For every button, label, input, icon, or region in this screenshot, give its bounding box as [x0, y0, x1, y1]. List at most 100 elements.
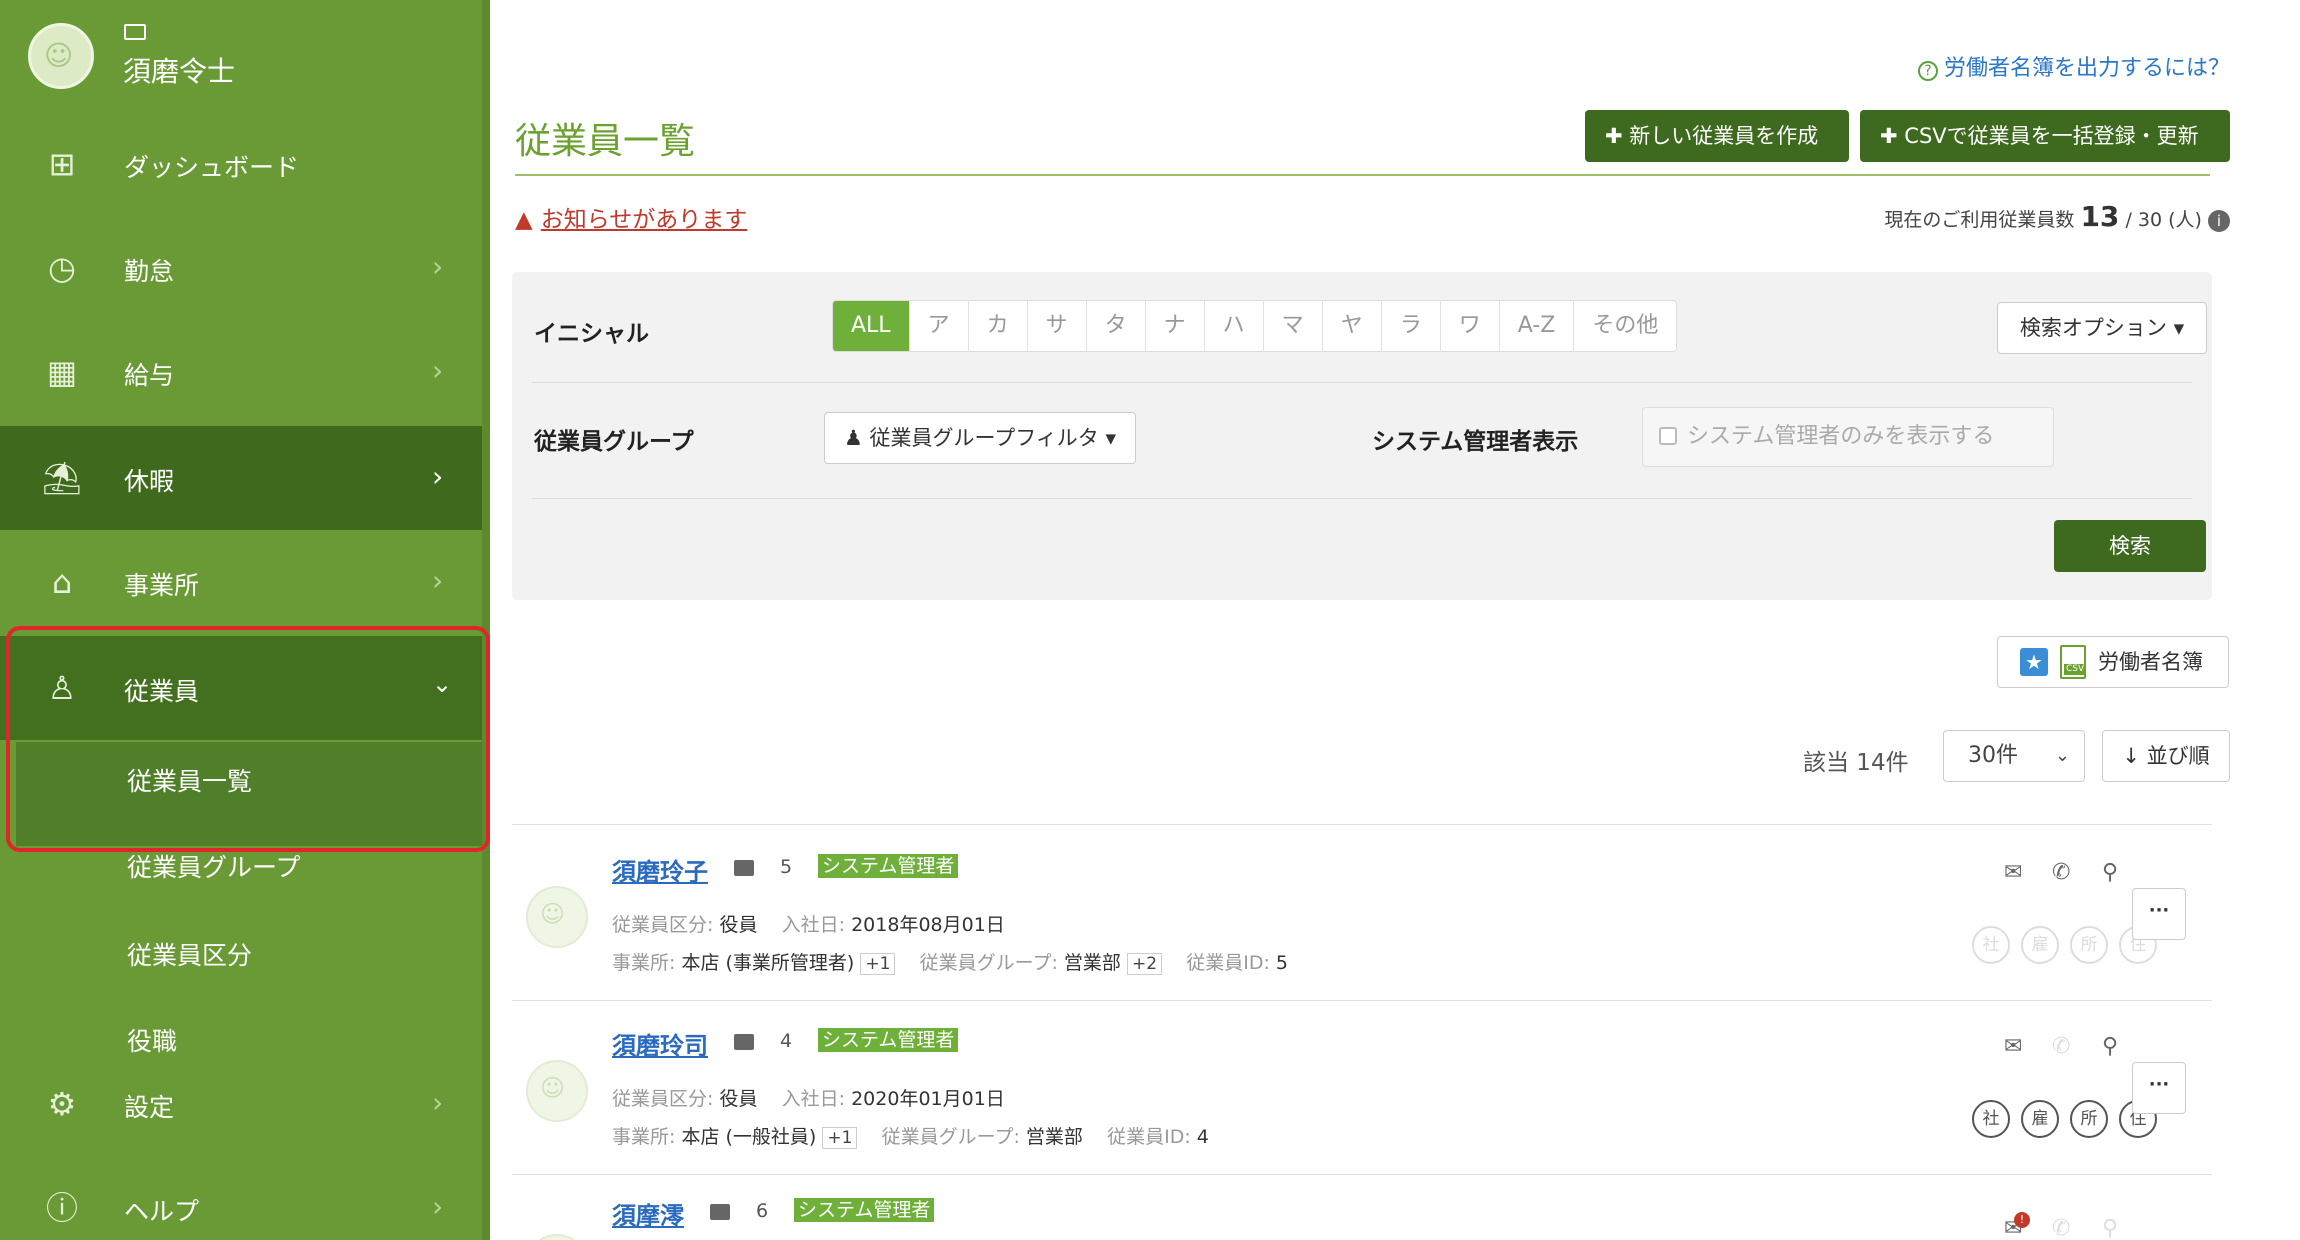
chevron-down-icon: ⌄	[2054, 745, 2070, 766]
plus-icon: ✚	[1880, 124, 1905, 148]
per-page-select[interactable]: 30件 ⌄	[1943, 730, 2085, 782]
search-button[interactable]: 検索	[2054, 520, 2206, 572]
more-actions-button[interactable]: ···	[2132, 1062, 2186, 1114]
usage-total: / 30 (人)	[2125, 209, 2202, 231]
initial-na[interactable]: ナ	[1146, 301, 1205, 351]
group-filter-dropdown[interactable]: ♟ 従業員グループフィルタ ▾	[824, 412, 1136, 464]
home-icon: ⌂	[51, 563, 73, 601]
employee-number: 6	[756, 1200, 769, 1222]
chevron-right-icon: ›	[432, 564, 444, 597]
initial-ra[interactable]: ラ	[1382, 301, 1441, 351]
income-tax-tag: 所	[2070, 1100, 2108, 1138]
person-icon: ♟	[843, 426, 863, 450]
initial-ma[interactable]: マ	[1264, 301, 1323, 351]
social-insurance-tag: 社	[1972, 1100, 2010, 1138]
employee-name-link[interactable]: 須摩澪	[612, 1196, 684, 1231]
mail-icon[interactable]: ✉	[2004, 1034, 2022, 1059]
chevron-right-icon: ›	[432, 1086, 444, 1119]
help-link[interactable]: ? 労働者名簿を出力するには？	[1917, 50, 2230, 82]
more-offices-badge[interactable]: +1	[822, 1127, 858, 1149]
more-actions-button[interactable]: ···	[2132, 888, 2186, 940]
meta-label: 従業員グループ:	[919, 952, 1058, 974]
phone-icon: ✆	[2052, 1216, 2071, 1240]
employee-meta-line1: 従業員区分: 役員 入社日: 2018年08月01日	[612, 910, 1005, 937]
admin-only-checkbox[interactable]: システム管理者のみを表示する	[1642, 407, 2054, 467]
initial-ka[interactable]: カ	[969, 301, 1028, 351]
sort-button[interactable]: ↓ 並び順	[2102, 730, 2230, 782]
sidebar: ☺ 須磨令士 ⊞ ダッシュボード ◷ 勤怠 › ▦ 給与 › ⛱ 休暇 › ⌂ …	[0, 0, 490, 1240]
nav-label: ヘルプ	[124, 1197, 200, 1226]
location-pin-icon[interactable]: ⚲	[2102, 860, 2118, 885]
employee-meta-line1: 従業員区分: 役員 入社日: 2020年01月01日	[612, 1084, 1005, 1111]
search-options-button[interactable]: 検索オプション ▾	[1997, 302, 2207, 354]
usage-count: 現在のご利用従業員数 13 / 30 (人) i	[1884, 200, 2230, 233]
nav-dashboard[interactable]: ⊞ ダッシュボード	[0, 112, 482, 216]
notice-link[interactable]: ▲ お知らせがあります	[515, 200, 747, 234]
submenu-employee-groups[interactable]: 従業員グループ	[127, 848, 301, 884]
employee-name-link[interactable]: 須磨玲子	[612, 852, 708, 887]
worker-roster-button[interactable]: ★ CSV 労働者名簿	[1997, 636, 2229, 688]
highlight-box	[6, 626, 490, 852]
usage-current: 13	[2080, 200, 2120, 233]
initial-a[interactable]: ア	[910, 301, 969, 351]
location-pin-icon[interactable]: ⚲	[2102, 1034, 2118, 1059]
nav-label: 事業所	[124, 571, 200, 600]
income-tax-tag: 所	[2070, 926, 2108, 964]
info-icon[interactable]: i	[2208, 210, 2230, 232]
main-content: ? 労働者名簿を出力するには？ 従業員一覧 ✚ 新しい従業員を作成 ✚ CSVで従…	[490, 0, 2300, 1240]
smile-icon: ☺	[540, 900, 566, 928]
new-employee-label: 新しい従業員を作成	[1629, 124, 1819, 148]
more-groups-badge[interactable]: +2	[1126, 953, 1163, 975]
dashboard-icon: ⊞	[48, 145, 76, 183]
smile-icon: ☺	[44, 39, 74, 72]
nav-attendance[interactable]: ◷ 勤怠 ›	[0, 216, 482, 320]
initial-sa[interactable]: サ	[1028, 301, 1087, 351]
user-profile[interactable]: ☺ 須磨令士	[28, 18, 468, 118]
meta-value: 営業部	[1063, 952, 1121, 974]
csv-import-button[interactable]: ✚ CSVで従業員を一括登録・更新	[1860, 110, 2230, 162]
initial-ya[interactable]: ヤ	[1323, 301, 1382, 351]
nav-leave[interactable]: ⛱ 休暇 ›	[0, 426, 482, 530]
checkbox-box[interactable]	[1659, 427, 1677, 445]
smile-icon: ☺	[540, 1074, 566, 1102]
chevron-right-icon: ›	[432, 460, 444, 493]
submenu-employee-types[interactable]: 従業員区分	[127, 936, 252, 972]
employee-avatar: ☺	[526, 1234, 588, 1240]
nav-office[interactable]: ⌂ 事業所 ›	[0, 530, 482, 634]
filter-panel: イニシャル ALL ア カ サ タ ナ ハ マ ヤ ラ ワ A-Z その他 検索…	[512, 272, 2212, 600]
more-offices-badge[interactable]: +1	[860, 953, 896, 975]
meta-value: 2020年01月01日	[851, 1088, 1005, 1110]
initial-wa[interactable]: ワ	[1441, 301, 1500, 351]
star-icon: ★	[2020, 648, 2048, 676]
mail-icon[interactable]: ✉	[2004, 860, 2022, 885]
meta-value: 役員	[719, 1088, 758, 1110]
nav-settings[interactable]: ⚙ 設定 ›	[0, 1052, 482, 1156]
meta-label: 入社日:	[781, 1088, 846, 1110]
help-link-text: 労働者名簿を出力するには？	[1943, 56, 2230, 81]
meta-value: 役員	[719, 914, 758, 936]
plus-icon: ✚	[1605, 124, 1630, 148]
new-employee-button[interactable]: ✚ 新しい従業員を作成	[1585, 110, 1849, 162]
phone-icon[interactable]: ✆	[2052, 860, 2070, 885]
meta-label: 事業所:	[612, 1126, 676, 1148]
meta-value: 本店 (一般社員)	[681, 1126, 817, 1148]
initial-ha[interactable]: ハ	[1205, 301, 1264, 351]
nav-payroll[interactable]: ▦ 給与 ›	[0, 320, 482, 424]
id-card-icon	[124, 24, 146, 40]
id-card-icon	[734, 860, 754, 876]
employee-number: 4	[780, 1030, 793, 1052]
employee-row: ☺ 須磨玲子 5 システム管理者 従業員区分: 役員 入社日: 2018年08月…	[512, 826, 2212, 1000]
group-label: 従業員グループ	[534, 429, 694, 455]
initial-az[interactable]: A-Z	[1500, 301, 1575, 351]
meta-value: 営業部	[1025, 1126, 1083, 1148]
initial-ta[interactable]: タ	[1087, 301, 1146, 351]
page-title: 従業員一覧	[515, 121, 696, 162]
initial-other[interactable]: その他	[1574, 301, 1676, 351]
initial-all[interactable]: ALL	[833, 301, 910, 351]
nav-help[interactable]: ⓘ ヘルプ ›	[0, 1156, 482, 1240]
initial-filter: ALL ア カ サ タ ナ ハ マ ヤ ラ ワ A-Z その他	[832, 300, 1678, 352]
warning-icon: ▲	[515, 207, 533, 233]
clock-icon: ◷	[48, 249, 76, 287]
employee-name-link[interactable]: 須磨玲司	[612, 1026, 708, 1061]
csv-file-icon: CSV	[2060, 645, 2087, 679]
